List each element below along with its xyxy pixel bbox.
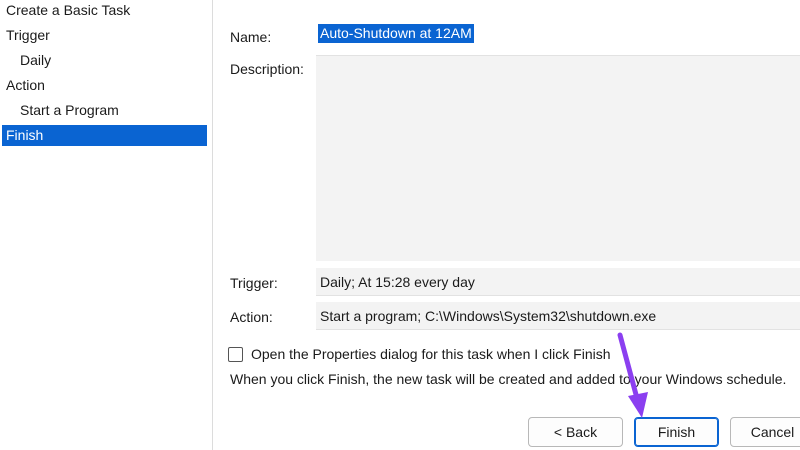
sidebar-item-finish: Finish bbox=[2, 125, 207, 146]
description-field[interactable] bbox=[316, 55, 800, 261]
sidebar-item-create-basic-task: Create a Basic Task bbox=[6, 2, 131, 18]
finish-info-text: When you click Finish, the new task will… bbox=[230, 371, 787, 387]
name-label: Name: bbox=[230, 29, 272, 45]
sidebar-item-daily: Daily bbox=[20, 52, 52, 68]
action-label: Action: bbox=[230, 309, 273, 325]
trigger-value: Daily; At 15:28 every day bbox=[316, 268, 800, 296]
action-value: Start a program; C:\Windows\System32\shu… bbox=[316, 302, 800, 330]
sidebar-item-trigger: Trigger bbox=[6, 27, 50, 43]
open-properties-checkbox[interactable] bbox=[228, 346, 243, 362]
cancel-button[interactable]: Cancel bbox=[730, 417, 800, 447]
open-properties-option[interactable]: Open the Properties dialog for this task… bbox=[228, 345, 611, 363]
sidebar-item-action: Action bbox=[6, 77, 45, 93]
sidebar-item-start-a-program: Start a Program bbox=[20, 102, 119, 118]
finish-summary-panel: Name: Auto-Shutdown at 12AM Description:… bbox=[213, 0, 800, 450]
description-label: Description: bbox=[230, 61, 304, 77]
wizard-steps-sidebar: Create a Basic Task Trigger Daily Action… bbox=[0, 0, 212, 450]
open-properties-label[interactable]: Open the Properties dialog for this task… bbox=[251, 346, 611, 362]
name-value[interactable]: Auto-Shutdown at 12AM bbox=[318, 24, 474, 43]
trigger-label: Trigger: bbox=[230, 275, 278, 291]
arrow-pointer-icon bbox=[617, 332, 648, 418]
